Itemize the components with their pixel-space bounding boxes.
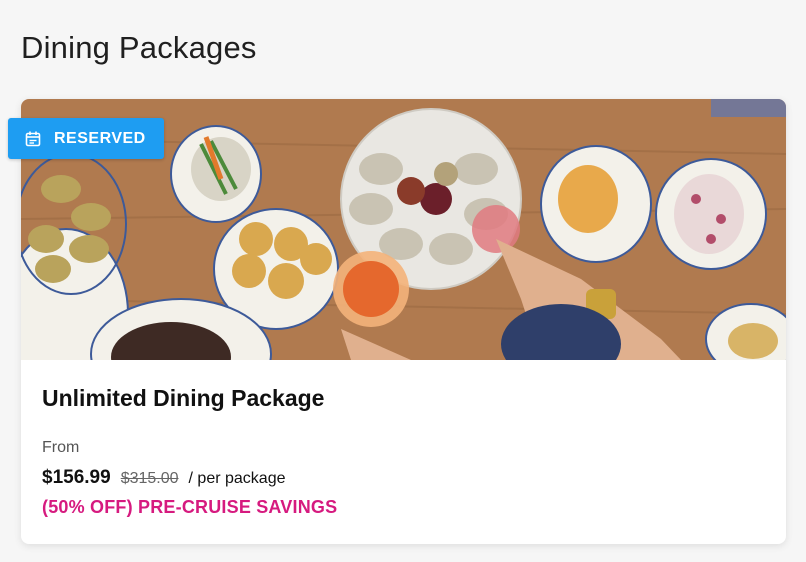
calendar-icon <box>25 131 41 147</box>
price-unit: / per package <box>188 470 286 487</box>
page-title: Dining Packages <box>21 30 257 65</box>
current-price: $156.99 <box>42 467 111 488</box>
badge-label: RESERVED <box>54 129 146 147</box>
reserved-badge: RESERVED <box>8 118 164 159</box>
from-label: From <box>42 439 80 456</box>
original-price: $315.00 <box>120 470 179 487</box>
dining-package-card[interactable]: RESERVED Unlimited Dining Package From $… <box>8 99 786 544</box>
package-title[interactable]: Unlimited Dining Package <box>42 385 324 412</box>
savings-label: (50% OFF) PRE-CRUISE SAVINGS <box>42 497 338 517</box>
price-row: $156.99 $315.00 / per package <box>42 467 285 489</box>
